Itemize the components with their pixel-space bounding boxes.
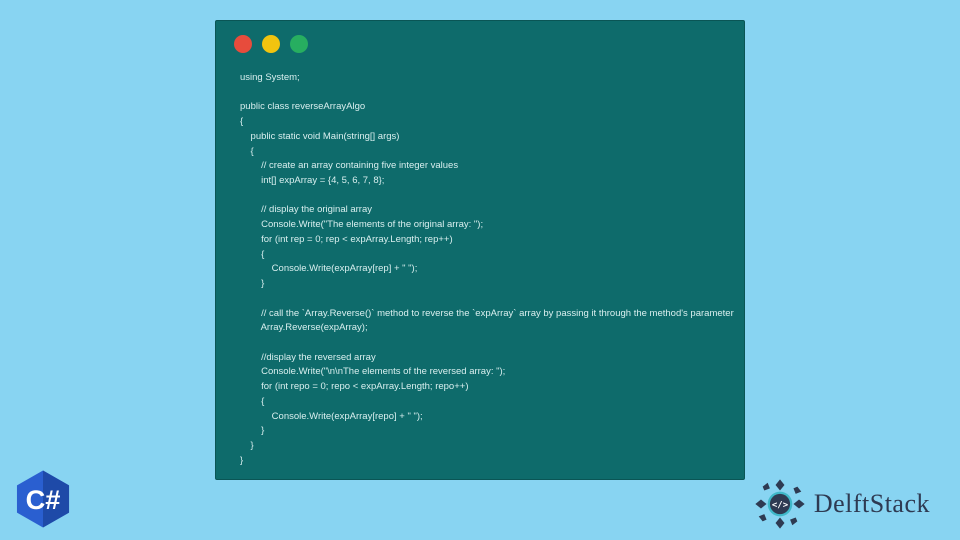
- minimize-icon: [262, 35, 280, 53]
- csharp-badge-icon: C#: [12, 468, 74, 530]
- csharp-label: C#: [26, 484, 61, 515]
- maximize-icon: [290, 35, 308, 53]
- delftstack-text: DelftStack: [814, 489, 930, 519]
- delftstack-logo: </> DelftStack: [752, 476, 930, 532]
- code-brackets-icon: </>: [772, 500, 788, 510]
- close-icon: [234, 35, 252, 53]
- code-window: using System; public class reverseArrayA…: [215, 20, 745, 480]
- traffic-lights: [216, 21, 744, 63]
- code-content: using System; public class reverseArrayA…: [216, 63, 744, 488]
- delftstack-emblem-icon: </>: [752, 476, 808, 532]
